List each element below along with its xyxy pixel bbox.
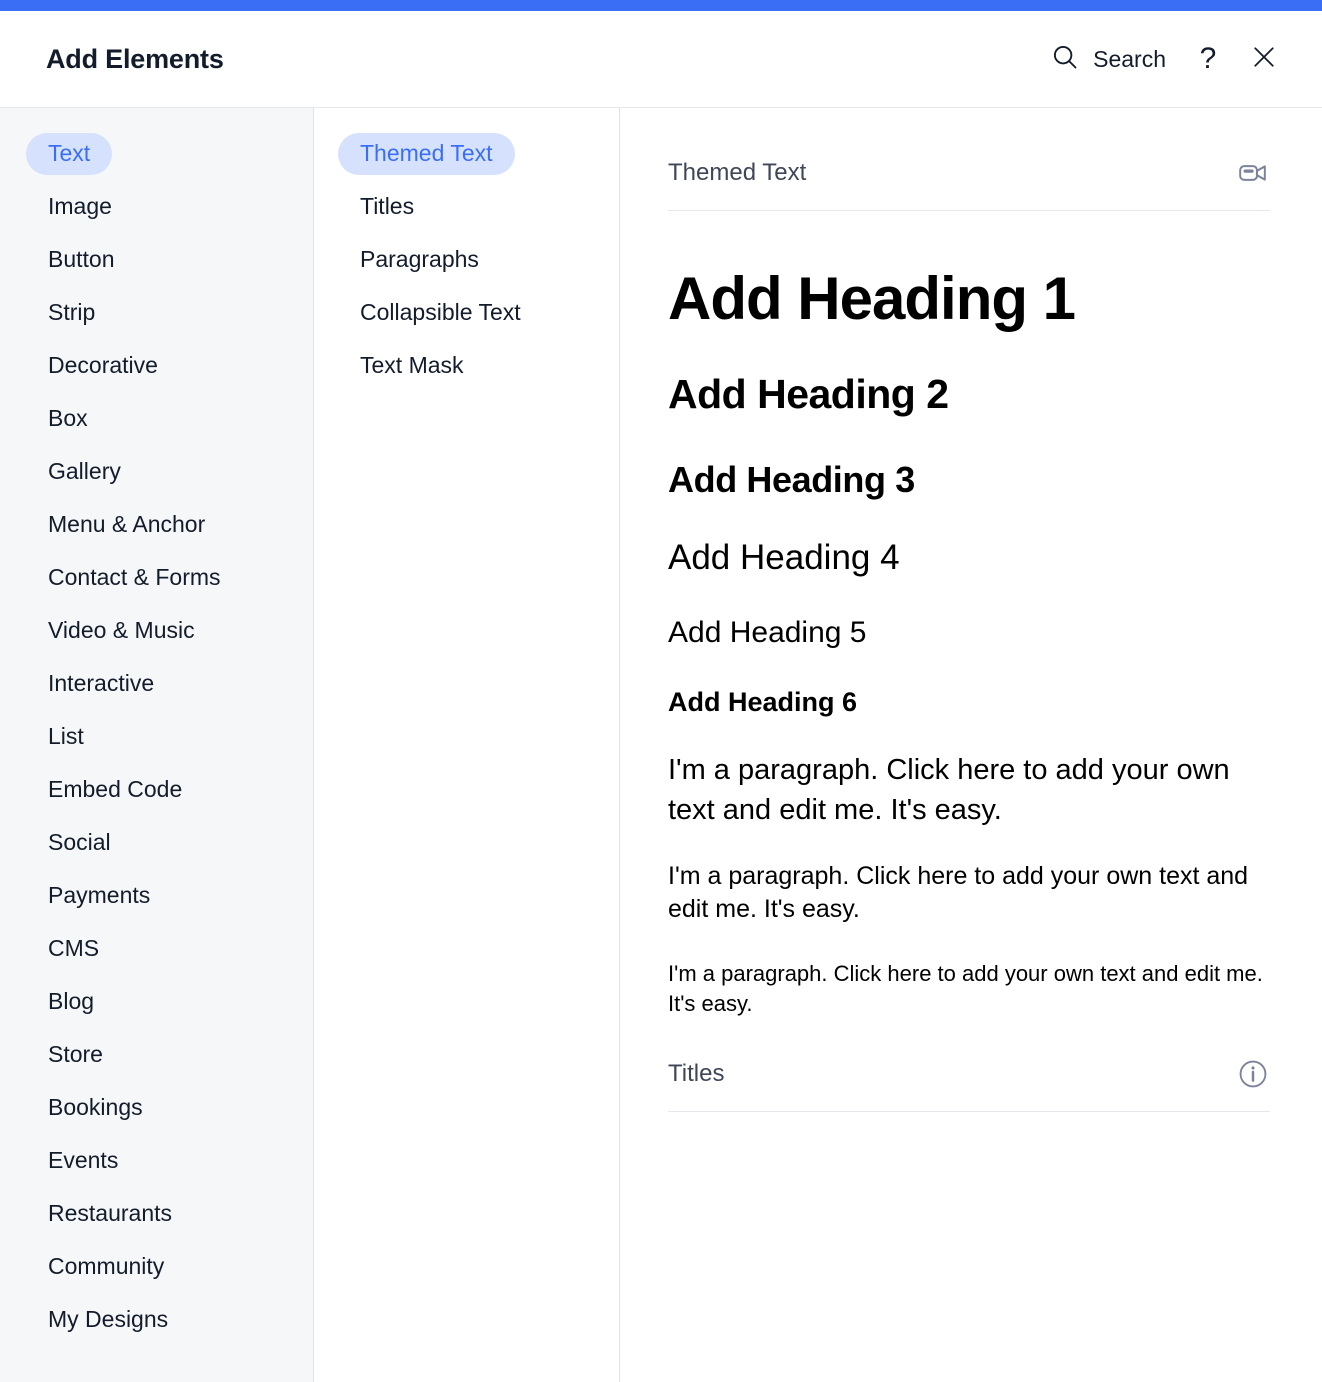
close-button[interactable] <box>1236 31 1292 87</box>
sidebar-item-bookings[interactable]: Bookings <box>0 1081 313 1134</box>
sidebar-item-social[interactable]: Social <box>0 816 313 869</box>
titles-section-header: Titles <box>668 1057 1270 1112</box>
sidebar-item-cms[interactable]: CMS <box>0 922 313 975</box>
preview-paragraph-1[interactable]: I'm a paragraph. Click here to add your … <box>668 751 1270 829</box>
sidebar-item-label: Events <box>48 1147 119 1173</box>
sidebar-item-label: Restaurants <box>48 1200 173 1226</box>
video-camera-minus-icon[interactable] <box>1236 156 1270 190</box>
sidebar-item-strip[interactable]: Strip <box>0 286 313 339</box>
sidebar-item-menu-anchor[interactable]: Menu & Anchor <box>0 498 313 551</box>
search-label: Search <box>1093 45 1166 72</box>
page-title: Add Elements <box>46 43 224 74</box>
sidebar-item-blog[interactable]: Blog <box>0 975 313 1028</box>
sidebar-item-my-designs[interactable]: My Designs <box>0 1293 313 1346</box>
sidebar-item-label: Social <box>48 829 111 855</box>
question-mark-icon: ? <box>1199 42 1217 75</box>
subnav-item-label: Paragraphs <box>360 246 479 272</box>
sidebar-item-store[interactable]: Store <box>0 1028 313 1081</box>
sidebar-item-label: Contact & Forms <box>48 564 221 590</box>
sidebar-item-label: List <box>48 723 84 749</box>
sidebar-item-box[interactable]: Box <box>0 392 313 445</box>
subnav-item-label: Text Mask <box>360 352 464 378</box>
preview-heading-4[interactable]: Add Heading 4 <box>668 538 1270 577</box>
category-sidebar: Text Image Button Strip Decorative Box G… <box>0 108 314 1382</box>
sidebar-item-label: Decorative <box>48 352 158 378</box>
sidebar-item-label: Gallery <box>48 458 121 484</box>
preview-heading-6[interactable]: Add Heading 6 <box>668 687 1270 717</box>
sidebar-item-label: Video & Music <box>48 617 195 643</box>
sidebar-item-label: My Designs <box>48 1306 169 1332</box>
sidebar-item-embed-code[interactable]: Embed Code <box>0 763 313 816</box>
sidebar-item-community[interactable]: Community <box>0 1240 313 1293</box>
sidebar-item-label: Strip <box>48 299 96 325</box>
preview-paragraph-3[interactable]: I'm a paragraph. Click here to add your … <box>668 959 1270 1018</box>
sidebar-item-button[interactable]: Button <box>0 233 313 286</box>
preview-paragraph-2[interactable]: I'm a paragraph. Click here to add your … <box>668 860 1254 928</box>
sidebar-item-label: Image <box>48 193 112 219</box>
sidebar-item-label: Embed Code <box>48 776 183 802</box>
subnav-item-label: Themed Text <box>338 132 515 175</box>
sidebar-item-label: Payments <box>48 882 151 908</box>
themed-text-preview-list: Add Heading 1 Add Heading 2 Add Heading … <box>668 211 1270 1019</box>
sidebar-item-text[interactable]: Text <box>0 127 313 180</box>
sidebar-item-interactive[interactable]: Interactive <box>0 657 313 710</box>
close-icon <box>1250 43 1278 76</box>
subnav-item-titles[interactable]: Titles <box>314 180 619 233</box>
sidebar-item-decorative[interactable]: Decorative <box>0 339 313 392</box>
search-icon <box>1050 42 1080 77</box>
subnav-item-paragraphs[interactable]: Paragraphs <box>314 233 619 286</box>
subcategory-sidebar: Themed Text Titles Paragraphs Collapsibl… <box>314 108 620 1382</box>
preview-heading-3[interactable]: Add Heading 3 <box>668 459 1270 500</box>
sidebar-item-label: Text <box>26 132 113 175</box>
themed-text-section-header: Themed Text <box>668 156 1270 211</box>
sidebar-item-contact-forms[interactable]: Contact & Forms <box>0 551 313 604</box>
subnav-item-label: Titles <box>360 193 415 219</box>
sidebar-item-label: Store <box>48 1041 103 1067</box>
panel-header: Add Elements Search ? <box>0 11 1322 108</box>
subnav-item-label: Collapsible Text <box>360 299 521 325</box>
sidebar-item-label: Interactive <box>48 670 155 696</box>
preview-heading-1[interactable]: Add Heading 1 <box>668 265 1270 332</box>
subnav-item-text-mask[interactable]: Text Mask <box>314 339 619 392</box>
sidebar-item-events[interactable]: Events <box>0 1134 313 1187</box>
section-title: Themed Text <box>668 159 807 186</box>
sidebar-item-label: Bookings <box>48 1094 143 1120</box>
sidebar-item-video-music[interactable]: Video & Music <box>0 604 313 657</box>
sidebar-item-label: Button <box>48 246 115 272</box>
top-accent-bar <box>0 0 1322 11</box>
preview-heading-2[interactable]: Add Heading 2 <box>668 371 1270 418</box>
header-actions: Search ? <box>1036 31 1292 87</box>
subnav-item-themed-text[interactable]: Themed Text <box>314 127 619 180</box>
sidebar-item-payments[interactable]: Payments <box>0 869 313 922</box>
sidebar-item-image[interactable]: Image <box>0 180 313 233</box>
sidebar-item-label: Menu & Anchor <box>48 511 206 537</box>
sidebar-item-label: Blog <box>48 988 95 1014</box>
sidebar-item-label: Community <box>48 1253 165 1279</box>
help-button[interactable]: ? <box>1180 31 1236 87</box>
preview-heading-5[interactable]: Add Heading 5 <box>668 616 1270 650</box>
sidebar-item-label: CMS <box>48 935 100 961</box>
subnav-item-collapsible-text[interactable]: Collapsible Text <box>314 286 619 339</box>
sidebar-item-gallery[interactable]: Gallery <box>0 445 313 498</box>
info-icon[interactable] <box>1236 1057 1270 1091</box>
sidebar-item-list[interactable]: List <box>0 710 313 763</box>
element-preview-panel: Themed Text Add Heading 1 Add Heading 2 … <box>620 108 1322 1382</box>
add-elements-panel: Add Elements Search ? Text Image Button … <box>0 0 1322 1382</box>
panel-body: Text Image Button Strip Decorative Box G… <box>0 108 1322 1382</box>
section-title: Titles <box>668 1059 725 1087</box>
sidebar-item-restaurants[interactable]: Restaurants <box>0 1187 313 1240</box>
sidebar-item-label: Box <box>48 405 88 431</box>
search-button[interactable]: Search <box>1036 36 1180 83</box>
